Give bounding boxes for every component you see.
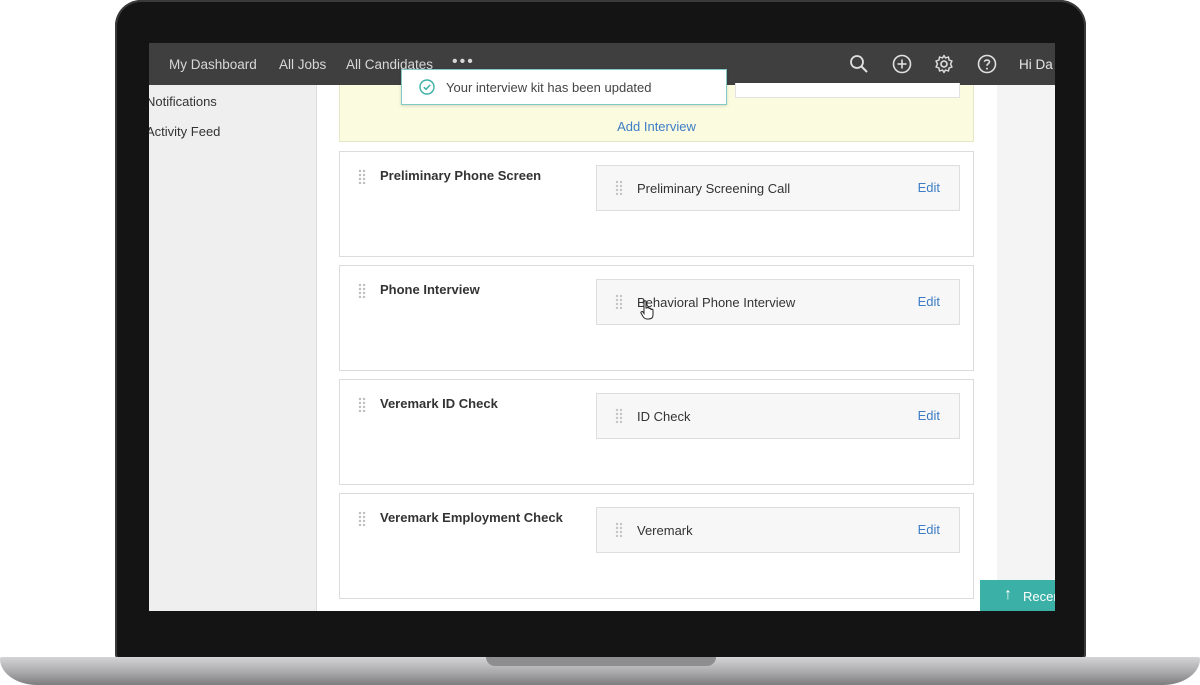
drag-handle-icon[interactable] — [615, 408, 623, 423]
sidebar-item-activity-feed[interactable]: Activity Feed — [149, 124, 220, 139]
drag-handle-icon[interactable] — [615, 522, 623, 537]
success-toast: Your interview kit has been updated — [401, 69, 727, 105]
drag-handle-icon[interactable] — [358, 283, 366, 298]
interview-plan-panel: Add Interview Preliminary Phone Screen P… — [317, 83, 997, 611]
stage-title: Veremark Employment Check — [380, 510, 563, 525]
kit-slot — [735, 83, 960, 98]
help-icon[interactable] — [977, 54, 997, 74]
stage-title: Veremark ID Check — [380, 396, 498, 411]
toast-message: Your interview kit has been updated — [446, 80, 652, 95]
stage-title: Phone Interview — [380, 282, 480, 297]
edit-kit-button[interactable]: Edit — [918, 294, 940, 309]
interview-stage-card: Veremark ID Check ID Check Edit — [339, 379, 974, 485]
interview-kit-row: Veremark Edit — [596, 507, 960, 553]
drag-handle-icon[interactable] — [615, 180, 623, 195]
user-greeting[interactable]: Hi Da — [1019, 57, 1053, 72]
drag-handle-icon[interactable] — [358, 511, 366, 526]
search-icon[interactable] — [849, 54, 869, 74]
laptop-notch — [486, 657, 716, 666]
interview-stage-card: Veremark Employment Check Veremark Edit — [339, 493, 974, 599]
drag-handle-icon[interactable] — [615, 294, 623, 309]
gear-icon[interactable] — [934, 54, 954, 74]
recent-button[interactable]: ↑ Recen — [980, 580, 1055, 611]
edit-kit-button[interactable]: Edit — [918, 522, 940, 537]
kit-name: Veremark — [637, 523, 693, 538]
drag-handle-icon[interactable] — [358, 397, 366, 412]
add-interview-link[interactable]: Add Interview — [340, 119, 973, 134]
nav-my-dashboard[interactable]: My Dashboard — [169, 57, 257, 72]
interview-kit-row: ID Check Edit — [596, 393, 960, 439]
interview-kit-row: Preliminary Screening Call Edit — [596, 165, 960, 211]
sidebar-item-notifications[interactable]: Notifications — [149, 94, 217, 109]
edit-kit-button[interactable]: Edit — [918, 180, 940, 195]
interview-stage-card: Phone Interview Behavioral Phone Intervi… — [339, 265, 974, 371]
hand-cursor-icon — [640, 300, 654, 320]
kit-name: ID Check — [637, 409, 691, 424]
drag-handle-icon[interactable] — [358, 169, 366, 184]
interview-stage-card: Preliminary Phone Screen Preliminary Scr… — [339, 151, 974, 257]
nav-all-jobs[interactable]: All Jobs — [279, 57, 326, 72]
recent-label: Recen — [1023, 589, 1055, 604]
kit-name: Behavioral Phone Interview — [637, 295, 796, 310]
right-gutter — [997, 85, 1055, 611]
stage-title: Preliminary Phone Screen — [380, 168, 542, 183]
check-circle-icon — [419, 79, 435, 95]
arrow-up-icon: ↑ — [1004, 586, 1012, 603]
sidebar: Notifications Activity Feed — [149, 85, 317, 611]
add-circle-icon[interactable] — [892, 54, 912, 74]
kit-name: Preliminary Screening Call — [637, 181, 791, 196]
edit-kit-button[interactable]: Edit — [918, 408, 940, 423]
app-screen: My Dashboard All Jobs All Candidates •••… — [149, 43, 1055, 611]
